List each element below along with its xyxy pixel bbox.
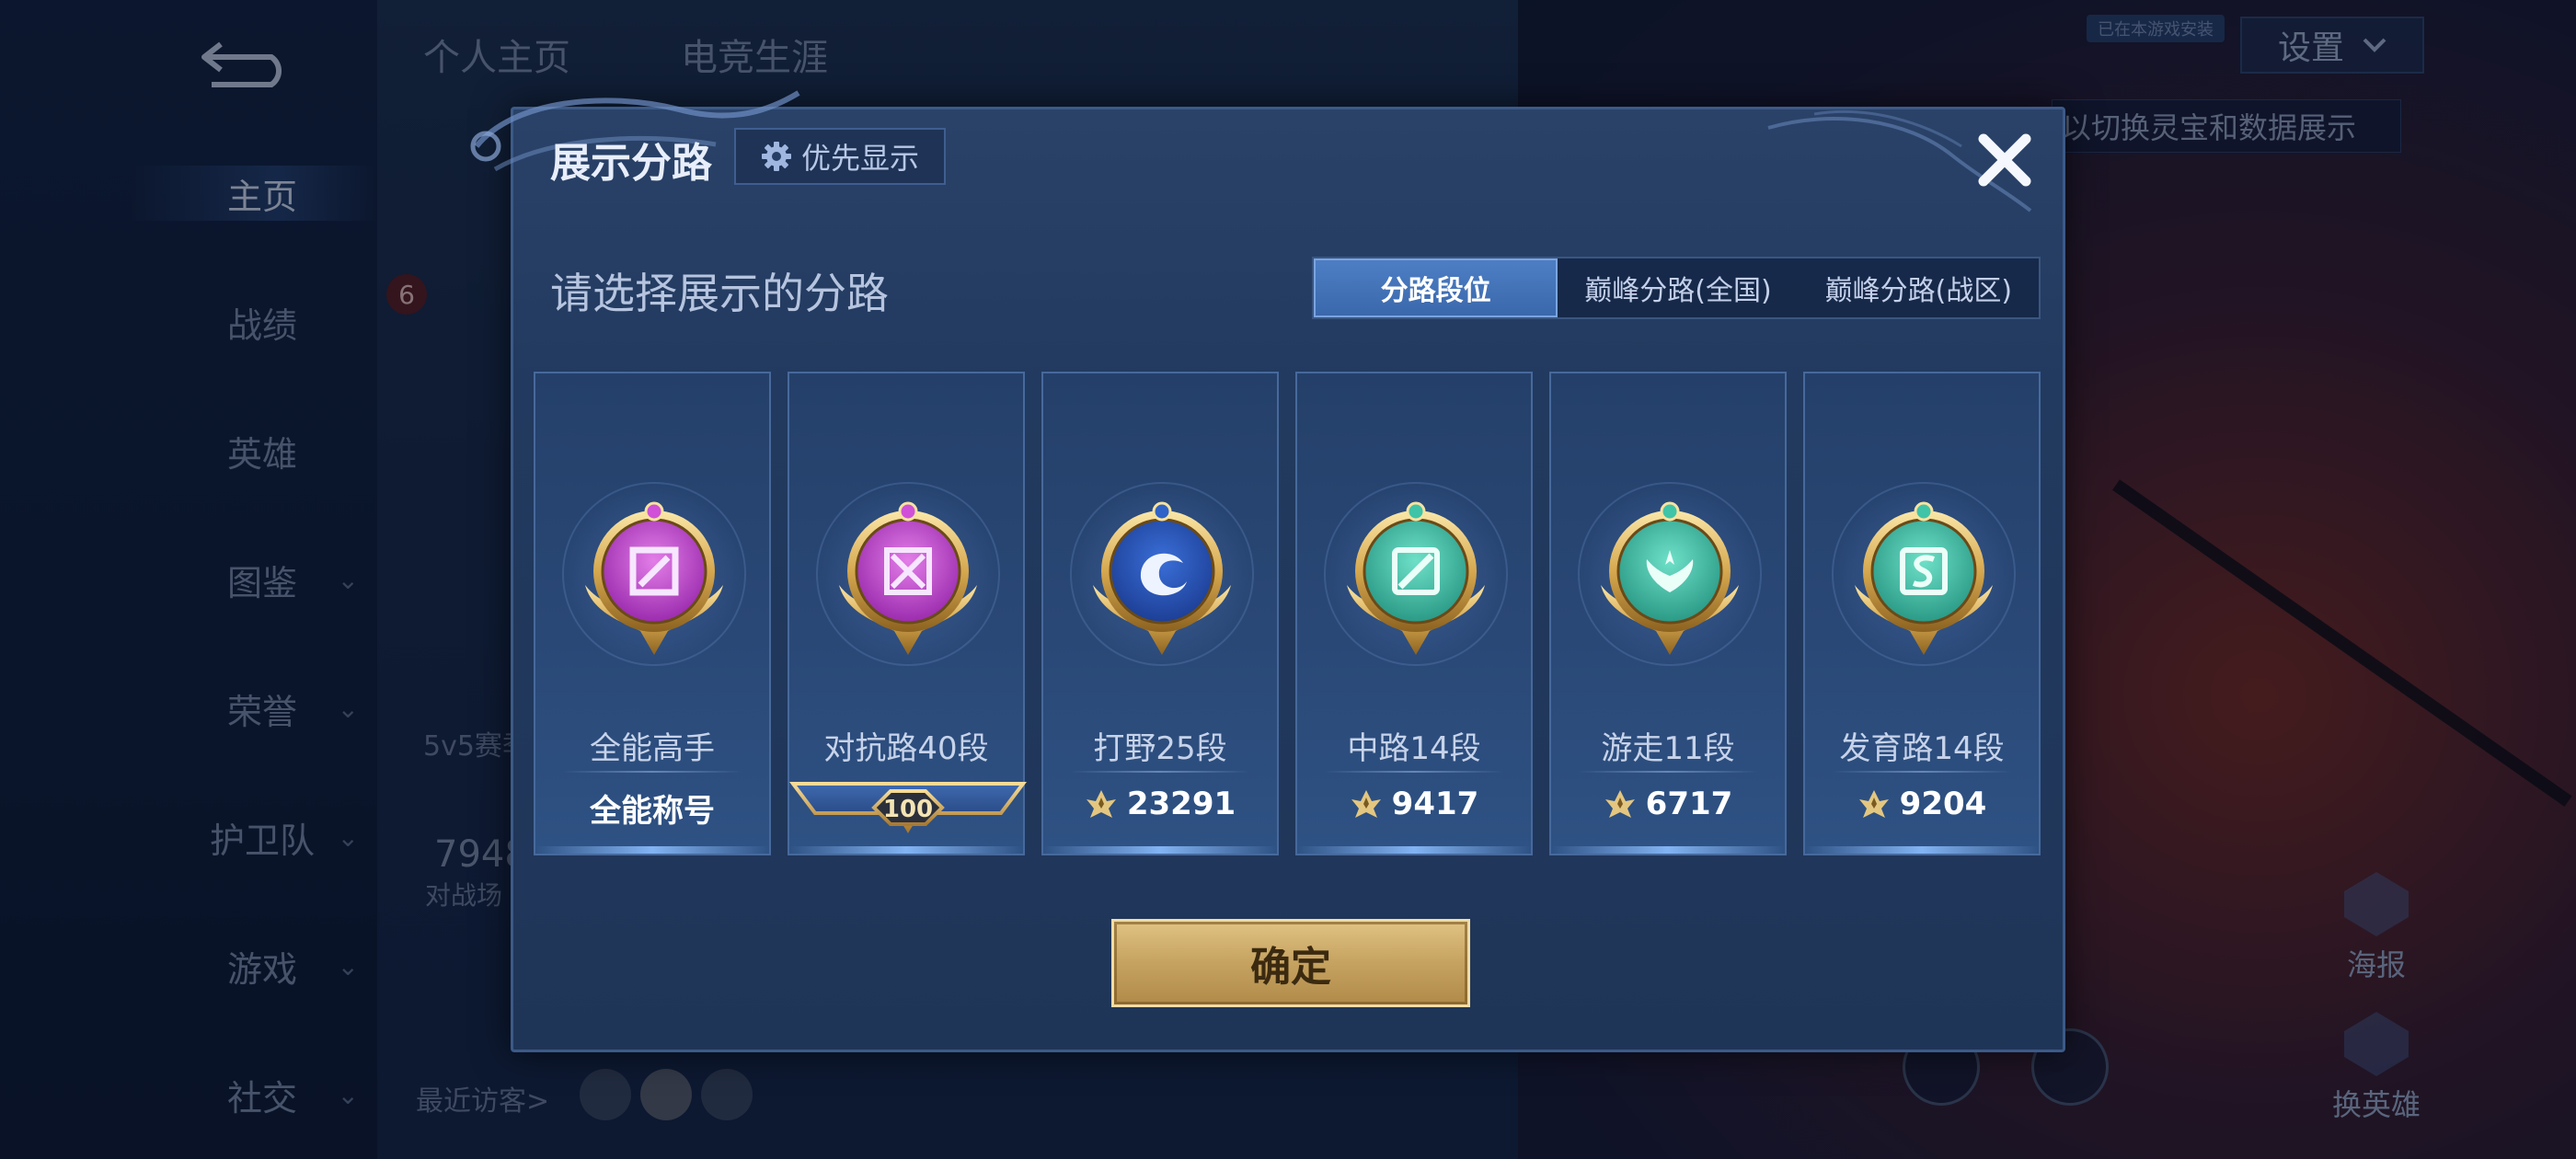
priority-label: 优先显示 [800,141,919,176]
confirm-button[interactable]: 确定 [1111,919,1470,1007]
lane-score: 9417 [1297,786,1531,822]
rank-points-icon [1604,790,1635,818]
lane-score-value: 9417 [1391,786,1479,822]
lane-mode-tabs: 分路段位 巅峰分路(全国) 巅峰分路(战区) [1312,257,2041,319]
lane-card[interactable]: 全能高手 全能称号 [534,372,771,855]
lane-rank-label: 游走11段 [1601,730,1735,767]
lane-rank-label: 全能高手 [590,730,715,767]
lane-card-list: 全能高手 全能称号 对抗路40段 100 打野25段 23291 中路14段 9417 游走11… [534,372,2042,965]
divider [1833,771,2011,773]
rank-points-icon [1858,790,1889,818]
lane-rank-label: 对抗路40段 [823,730,989,767]
dialog-title: 展示分路 [550,140,712,187]
lane-score: 23291 [1043,786,1277,822]
jungle-emblem-icon [1084,493,1240,659]
rank-points-icon [1351,790,1381,818]
lane-score-value: 9204 [1899,786,1987,822]
farm-lane-emblem-icon [1846,493,2002,659]
level-ribbon-icon: 100 [789,782,1027,833]
roam-emblem-icon [1592,493,1748,659]
lane-card[interactable]: 游走11段 6717 [1549,372,1787,855]
divider [1579,771,1757,773]
divider [1325,771,1503,773]
all-round-title-label: 全能称号 [590,793,715,830]
divider [563,771,742,773]
clash-lane-emblem-icon [830,493,986,659]
lane-card[interactable]: 对抗路40段 100 [788,372,1027,855]
lane-display-dialog: 展示分路 优先显示 请选择展示的分路 分路段位 巅峰分路(全国) 巅峰分路(战区… [470,90,2065,1052]
lane-rank-label: 中路14段 [1347,730,1481,767]
lane-score-value: 6717 [1645,786,1733,822]
lane-card[interactable]: 中路14段 9417 [1295,372,1533,855]
lane-card[interactable]: 打野25段 23291 [1041,372,1279,855]
lane-score: 6717 [1551,786,1785,822]
lane-rank-label: 打野25段 [1093,730,1227,767]
level-value: 100 [883,796,933,823]
mid-lane-emblem-icon [1338,493,1494,659]
rank-points-icon [1086,790,1116,818]
lane-score-value: 23291 [1126,786,1236,822]
all-round-emblem-icon [576,493,732,659]
tab-peak-lane-region[interactable]: 巅峰分路(战区) [1799,258,2039,317]
close-icon[interactable] [1972,128,2037,192]
divider [1071,771,1249,773]
lane-rank-label: 发育路14段 [1839,730,2005,767]
tab-lane-rank[interactable]: 分路段位 [1314,258,1558,317]
level-ribbon: 100 [789,776,1027,854]
gear-icon [761,142,791,171]
lane-card[interactable]: 发育路14段 9204 [1803,372,2041,855]
lane-score: 9204 [1805,786,2039,822]
tab-peak-lane-national[interactable]: 巅峰分路(全国) [1558,258,1798,317]
dialog-subtitle: 请选择展示的分路 [550,269,889,318]
priority-display-button[interactable]: 优先显示 [734,128,946,185]
